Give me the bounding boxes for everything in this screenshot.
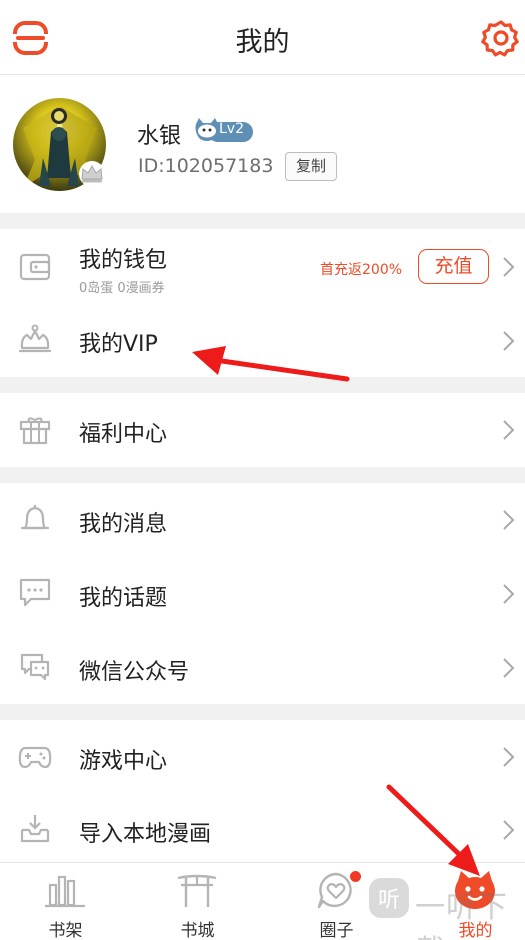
watermark-text: 一听下载 [415, 890, 508, 940]
level-badge: Lv2 [194, 118, 254, 144]
welfare-center-label: 福利中心 [79, 422, 168, 447]
top-bar: 我的 [0, 0, 525, 75]
first-recharge-promo: 首充返200% [320, 262, 403, 278]
wallet-row[interactable]: 我的钱包 0岛蛋 0漫画券 首充返200% 充值 [0, 229, 525, 305]
import-tray-icon [20, 815, 50, 843]
welfare-center-row[interactable]: 福利中心 [0, 393, 525, 467]
section-divider [0, 704, 525, 720]
profile-section[interactable]: 水银 Lv2 ID:102057183 复制 [0, 76, 525, 213]
watermark-logo: 听 [369, 878, 409, 918]
wallet-balance: 0岛蛋 0漫画券 [79, 281, 165, 296]
topics-row[interactable]: 我的话题 [0, 557, 525, 631]
chevron-right-icon [503, 658, 515, 678]
chat-bubble-icon [19, 578, 51, 607]
wechat-official-account-row[interactable]: 微信公众号 [0, 631, 525, 704]
recharge-button[interactable]: 充值 [418, 249, 489, 284]
topics-label: 我的话题 [79, 586, 168, 611]
game-center-row[interactable]: 游戏中心 [0, 720, 525, 794]
notification-dot [349, 870, 362, 883]
vip-row[interactable]: 我的VIP [0, 305, 525, 377]
copy-id-button[interactable]: 复制 [285, 152, 337, 181]
gear-icon [481, 20, 519, 57]
chevron-right-icon [503, 747, 515, 767]
watermark: 听 一听下载 [365, 868, 525, 940]
crown-icon [18, 324, 52, 353]
chevron-right-icon [503, 257, 515, 277]
page-title: 我的 [235, 27, 290, 58]
chevron-right-icon [503, 584, 515, 604]
settings-button[interactable] [481, 18, 521, 58]
tab-bookstore[interactable]: 书城 [132, 863, 263, 940]
tab-label: 书架 [48, 921, 83, 940]
chevron-right-icon [503, 820, 515, 840]
bell-icon [20, 505, 50, 530]
messages-row[interactable]: 我的消息 [0, 483, 525, 557]
section-divider [0, 377, 525, 393]
bookshelf-icon [45, 875, 85, 908]
tab-bookshelf[interactable]: 书架 [0, 863, 131, 940]
level-text: Lv2 [219, 121, 244, 137]
username: 水银 [137, 124, 182, 149]
user-id: ID:102057183 [138, 155, 274, 177]
vip-crown-badge [76, 160, 108, 188]
messages-label: 我的消息 [79, 512, 168, 537]
wallet-label: 我的钱包 [79, 248, 168, 273]
chevron-right-icon [503, 331, 515, 351]
import-local-comics-row[interactable]: 导入本地漫画 [0, 794, 525, 862]
vip-label: 我的VIP [79, 332, 158, 357]
gamepad-icon [18, 746, 52, 769]
bookstore-icon [177, 874, 217, 907]
wechat-label: 微信公众号 [79, 660, 190, 685]
tab-label: 书城 [180, 921, 215, 940]
wechat-icon [20, 653, 50, 681]
chevron-right-icon [503, 420, 515, 440]
game-center-label: 游戏中心 [79, 749, 168, 774]
wallet-icon [19, 253, 51, 281]
section-divider [0, 213, 525, 229]
chevron-right-icon [503, 510, 515, 530]
svg-text:听: 听 [378, 888, 400, 913]
import-local-comics-label: 导入本地漫画 [79, 822, 212, 847]
gift-icon [19, 417, 51, 445]
section-divider [0, 467, 525, 483]
